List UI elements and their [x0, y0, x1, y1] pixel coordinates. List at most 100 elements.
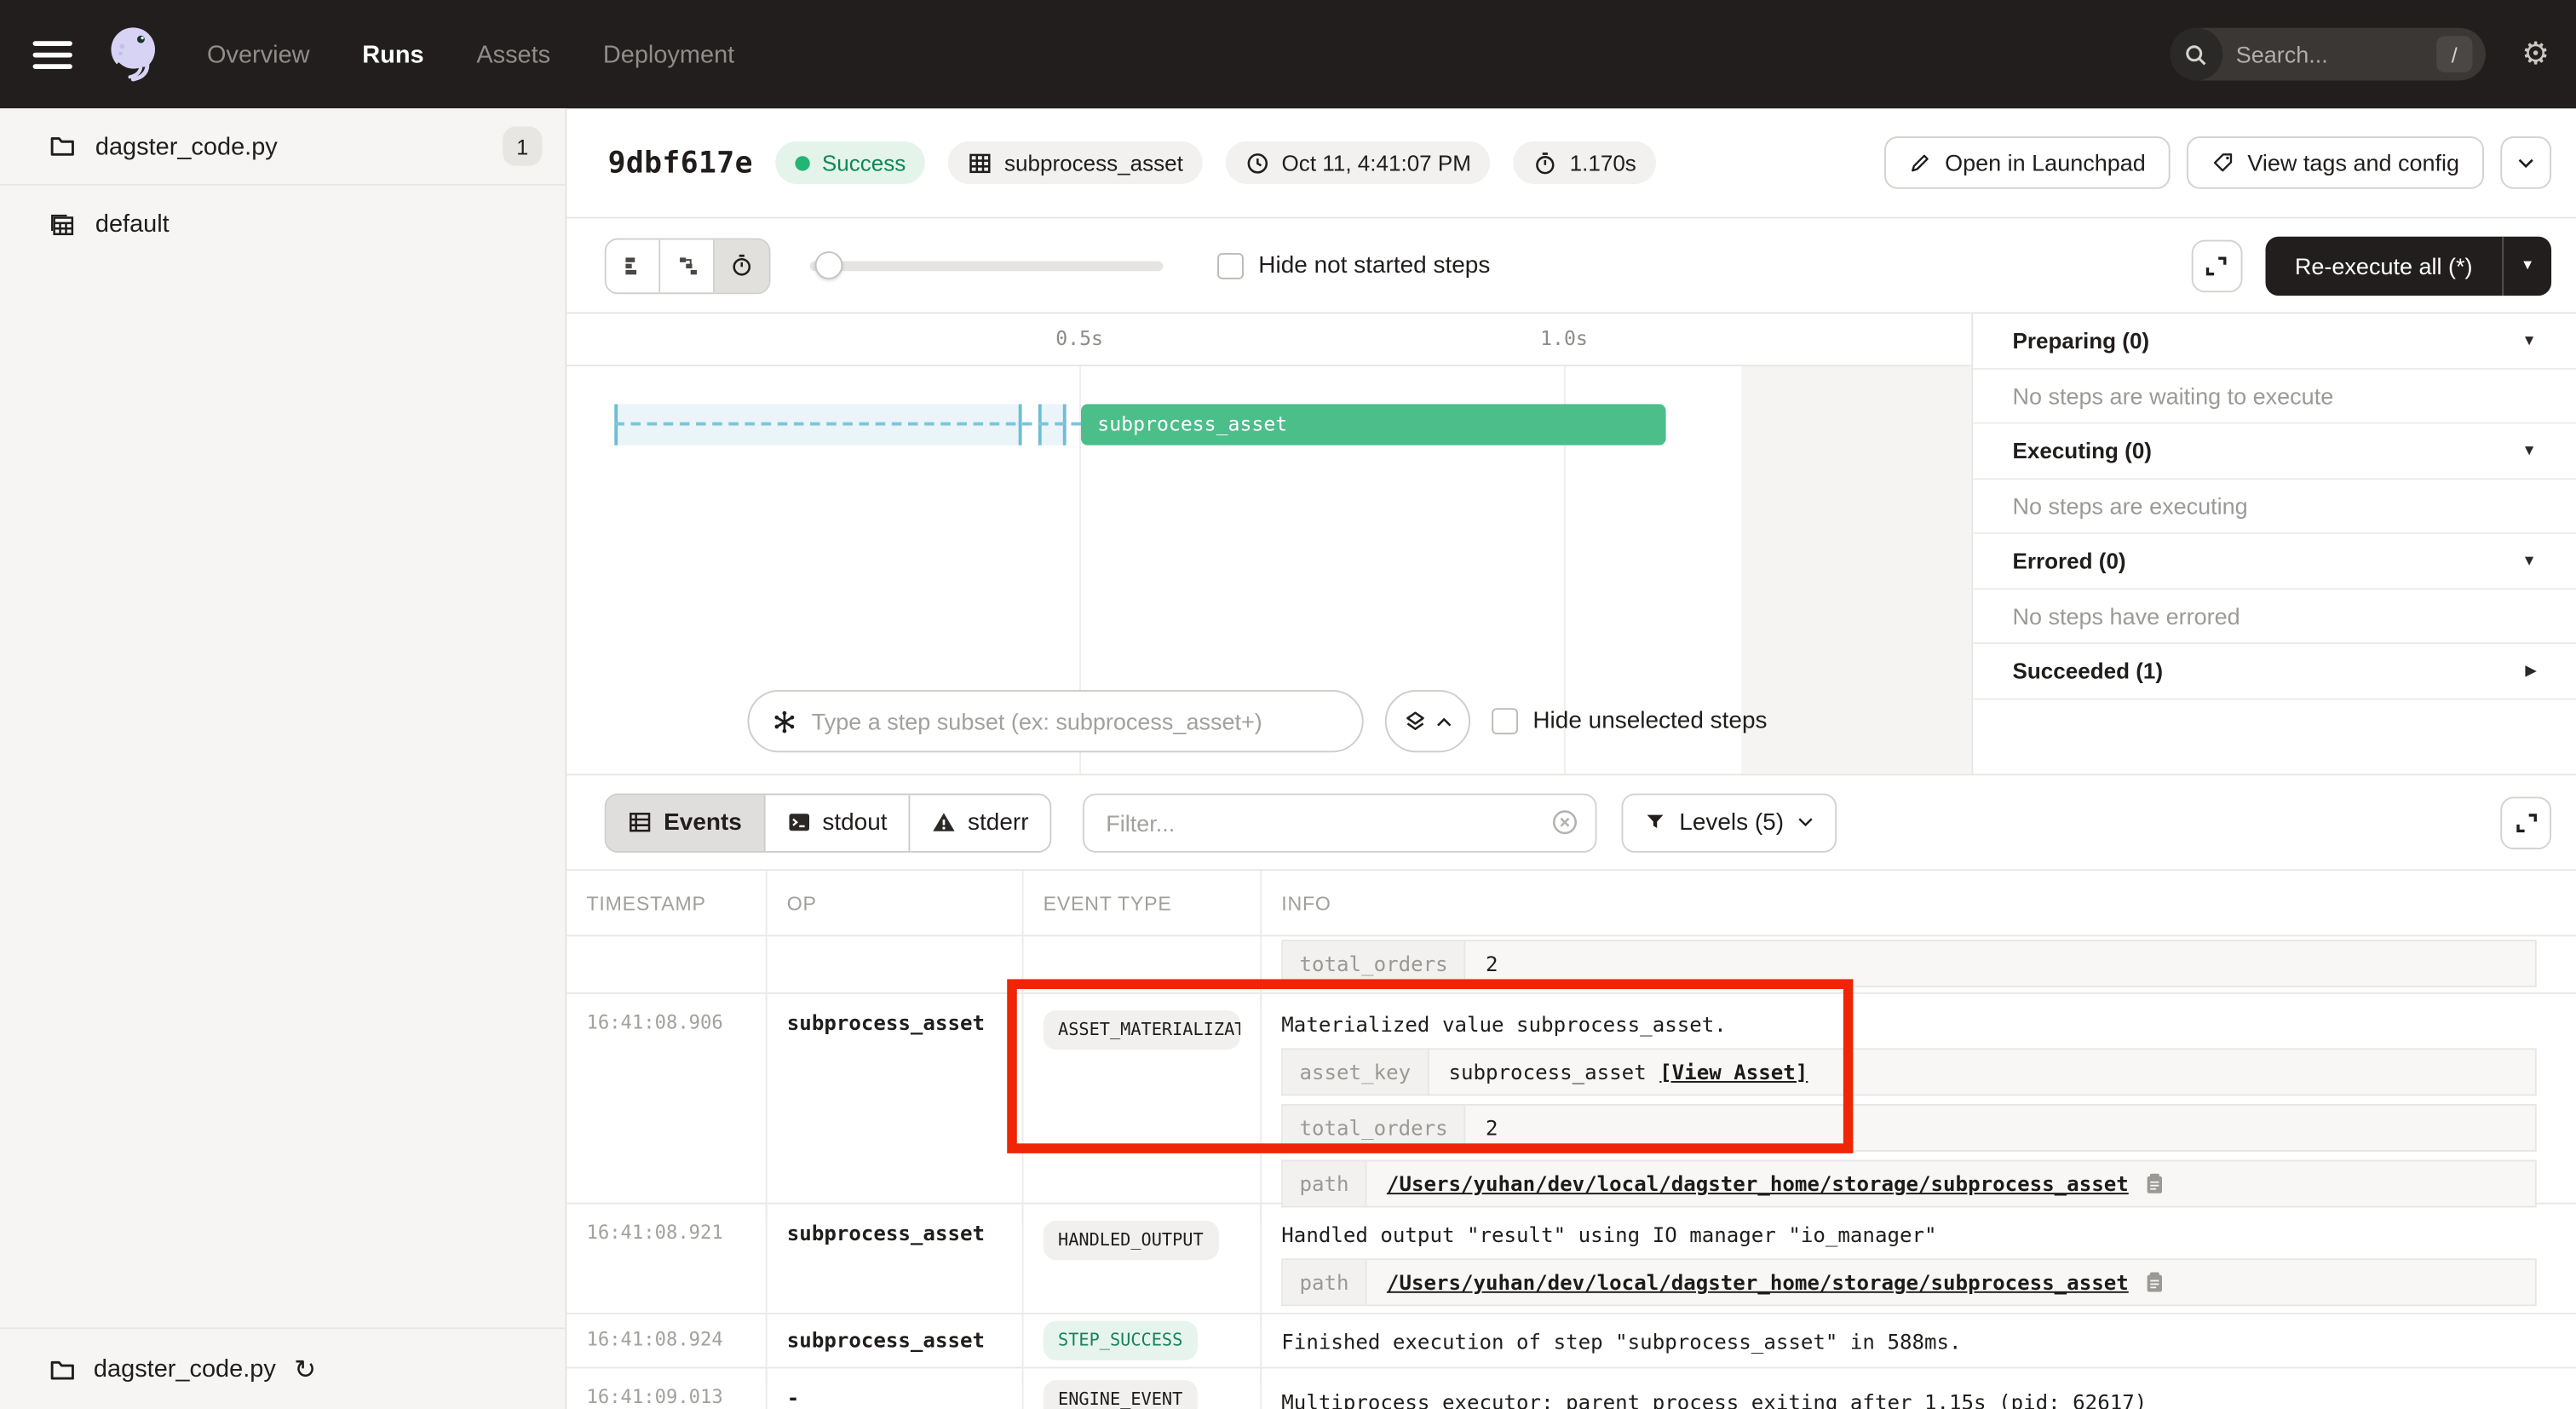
run-header: 9dbf617e Success subprocess_asset Oct 11… [566, 108, 2576, 218]
menu-icon[interactable] [33, 40, 72, 68]
gantt-fullscreen-button[interactable] [2191, 239, 2242, 292]
axis-tick: 0.5s [1055, 327, 1103, 350]
collapse-caret-icon[interactable]: ▼ [2522, 552, 2537, 568]
event-message: Materialized value subprocess_asset. [1281, 1010, 2536, 1040]
main-content: 9dbf617e Success subprocess_asset Oct 11… [566, 108, 2576, 1409]
panel-section-preparing[interactable]: Preparing (0) ▼ [1973, 313, 2576, 369]
event-message: Multiprocess executor: parent process ex… [1281, 1389, 2536, 1409]
sidebar-item-label: dagster_code.py [95, 132, 278, 160]
view-tags-config-button[interactable]: View tags and config [2187, 136, 2484, 189]
dagster-logo-icon[interactable] [99, 20, 168, 89]
op-selector-icon [772, 709, 796, 733]
checkbox-icon[interactable] [1492, 708, 1518, 734]
waiting-dashed-line [614, 423, 1081, 426]
nav-overview[interactable]: Overview [207, 40, 310, 68]
levels-filter-button[interactable]: Levels (5) [1622, 793, 1837, 852]
tab-stderr[interactable]: stderr [911, 794, 1050, 850]
event-type-badge: ENGINE_EVENT [1044, 1380, 1198, 1409]
top-nav: Overview Runs Assets Deployment / ⚙ [0, 0, 2576, 108]
sidebar-item-code-location[interactable]: dagster_code.py 1 [0, 108, 565, 186]
table-row[interactable]: 16:41:08.921 subprocess_asset HANDLED_OU… [566, 1205, 2576, 1314]
folder-icon [49, 133, 76, 159]
reexecute-menu-caret[interactable]: ▾ [2502, 236, 2551, 295]
job-grid-icon [969, 150, 993, 175]
expand-caret-icon[interactable]: ▶ [2525, 662, 2536, 680]
run-count-badge: 1 [503, 127, 542, 166]
panel-section-executing[interactable]: Executing (0) ▼ [1973, 424, 2576, 480]
view-timed-button[interactable] [715, 239, 769, 292]
gantt-step-bar[interactable]: subprocess_asset [1081, 404, 1666, 445]
sidebar-footer-code-location: dagster_code.py ↻ [0, 1327, 565, 1409]
tab-stdout[interactable]: stdout [765, 794, 911, 850]
global-search[interactable]: / [2171, 28, 2486, 81]
gear-icon[interactable]: ⚙ [2521, 38, 2550, 70]
clear-filter-icon[interactable] [1551, 808, 1579, 837]
panel-empty-row: No steps have errored [1973, 589, 2576, 644]
job-grid-icon [49, 211, 76, 238]
view-flat-button[interactable] [607, 239, 661, 292]
gantt-plot-area: subprocess_asset [566, 366, 1971, 774]
timer-icon [1533, 150, 1558, 175]
nav-runs[interactable]: Runs [362, 40, 423, 68]
logs-fullscreen-button[interactable] [2500, 796, 2551, 848]
table-row[interactable]: 16:41:08.924 subprocess_asset STEP_SUCCE… [566, 1314, 2576, 1369]
logs-section: Events stdout stderr [566, 775, 2576, 1409]
collapse-caret-icon[interactable]: ▼ [2522, 332, 2537, 348]
path-link[interactable]: /Users/yuhan/dev/local/dagster_home/stor… [1387, 1270, 2129, 1295]
table-row[interactable]: 16:41:09.013 - ENGINE_EVENT Multiprocess… [566, 1368, 2576, 1409]
start-time-tag: Oct 11, 4:41:07 PM [1226, 141, 1491, 184]
layers-icon [1403, 709, 1428, 733]
warning-icon [932, 810, 957, 835]
chevron-down-icon [2517, 157, 2535, 169]
slider-handle[interactable] [815, 251, 843, 279]
footer-code-location-label: dagster_code.py [94, 1355, 276, 1383]
col-op: OP [768, 871, 1024, 935]
tab-events[interactable]: Events [607, 794, 765, 850]
event-log-table: TIMESTAMP OP EVENT TYPE INFO total_order… [566, 871, 2576, 1409]
reload-icon[interactable]: ↻ [294, 1353, 316, 1386]
folder-icon [49, 1356, 76, 1383]
dagster-run-page: Overview Runs Assets Deployment / ⚙ dags… [0, 0, 2576, 1409]
gantt-section: 0.5s 1.0s subprocess_asset [566, 313, 2576, 775]
hide-not-started-checkbox[interactable]: Hide not started steps [1217, 252, 1490, 279]
run-actions-menu-button[interactable] [2500, 136, 2551, 189]
flat-gantt-icon [620, 253, 645, 278]
panel-section-succeeded[interactable]: Succeeded (1) ▶ [1973, 644, 2576, 699]
gantt-view-mode-group [605, 238, 771, 294]
gantt-zoom-slider[interactable] [810, 251, 1164, 279]
search-input[interactable] [2236, 41, 2417, 67]
checkbox-icon[interactable] [1217, 252, 1244, 279]
log-filter-input[interactable] [1106, 809, 1551, 836]
duration-tag: 1.170s [1514, 141, 1656, 184]
panel-empty-row: No steps are executing [1973, 479, 2576, 534]
table-row[interactable]: total_orders 2 [566, 936, 2576, 994]
path-link[interactable]: /Users/yuhan/dev/local/dagster_home/stor… [1387, 1171, 2129, 1196]
chevron-down-icon [1797, 816, 1813, 828]
reexecute-all-button[interactable]: Re-execute all (*) ▾ [2265, 236, 2551, 295]
graph-query-toggle-button[interactable] [1385, 690, 1470, 752]
axis-tick: 1.0s [1540, 327, 1588, 350]
collapse-caret-icon[interactable]: ▼ [2522, 442, 2537, 458]
table-row[interactable]: 16:41:08.906 subprocess_asset ASSET_MATE… [566, 994, 2576, 1205]
pencil-icon [1909, 151, 1932, 174]
nav-assets[interactable]: Assets [476, 40, 550, 68]
copy-icon[interactable] [2142, 1171, 2166, 1196]
status-dot-icon [796, 155, 810, 170]
tag-icon [2211, 151, 2234, 174]
metadata-entry: total_orders 2 [1281, 1104, 2536, 1152]
metadata-entry: path /Users/yuhan/dev/local/dagster_home… [1281, 1258, 2536, 1306]
step-subset-input[interactable] [812, 708, 1343, 734]
expand-icon [2205, 254, 2228, 277]
sidebar-item-default-job[interactable]: default [0, 186, 565, 263]
job-tag[interactable]: subprocess_asset [948, 141, 1203, 184]
view-waterfall-button[interactable] [660, 239, 715, 292]
step-status-panel: Preparing (0) ▼ No steps are waiting to … [1971, 313, 2576, 774]
hide-unselected-checkbox[interactable]: Hide unselected steps [1492, 708, 1767, 734]
event-type-badge: ASSET_MATERIALIZAT… [1044, 1010, 1240, 1050]
view-asset-link[interactable]: [View Asset] [1659, 1060, 1808, 1084]
col-info: INFO [1262, 871, 2576, 935]
open-in-launchpad-button[interactable]: Open in Launchpad [1884, 136, 2171, 189]
nav-deployment[interactable]: Deployment [603, 40, 734, 68]
panel-section-errored[interactable]: Errored (0) ▼ [1973, 534, 2576, 589]
copy-icon[interactable] [2142, 1270, 2166, 1295]
